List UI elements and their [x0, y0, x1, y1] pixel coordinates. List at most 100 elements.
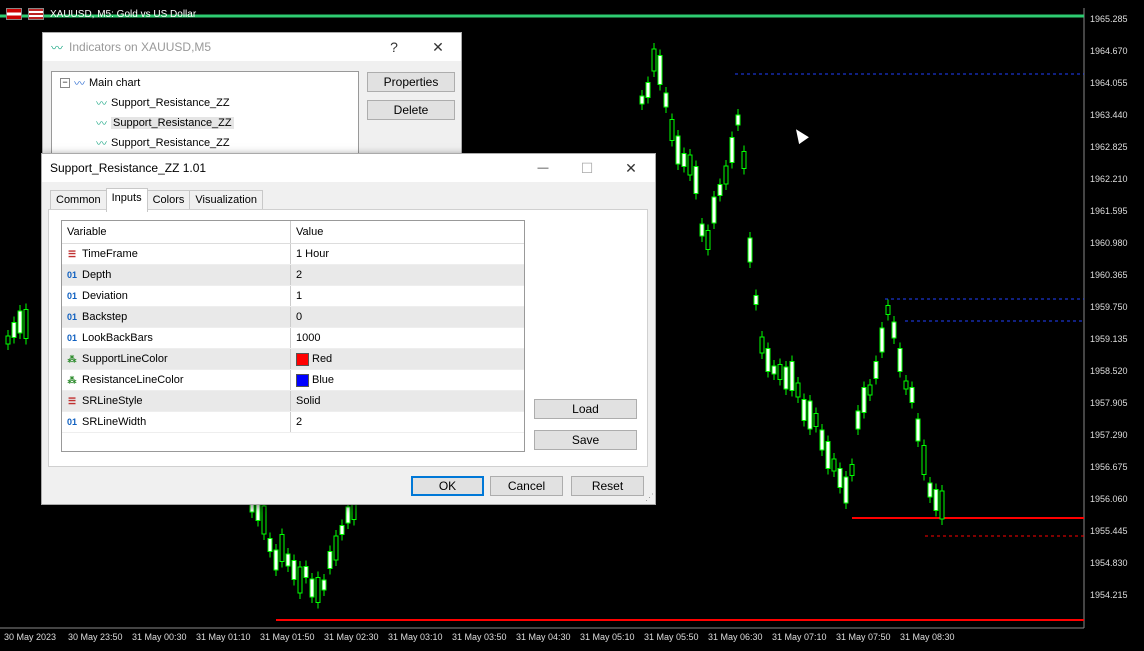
load-button[interactable]: Load — [534, 399, 637, 419]
value-cell[interactable]: Red — [291, 352, 332, 366]
tab-common[interactable]: Common — [50, 190, 107, 210]
candle-body — [825, 441, 831, 469]
candle-body — [699, 223, 705, 237]
candle-body — [789, 361, 795, 391]
color-swatch[interactable] — [296, 352, 309, 366]
table-row[interactable]: ☰ SRLineStyle Solid — [62, 391, 524, 412]
candle-body — [23, 309, 29, 339]
chart-icon: 〰 — [74, 78, 85, 90]
candle-body — [291, 560, 297, 580]
value-cell[interactable]: Blue — [291, 373, 334, 387]
save-button[interactable]: Save — [534, 430, 637, 450]
price-axis-label: 1957.905 — [1090, 398, 1128, 408]
close-button[interactable]: ✕ — [415, 33, 461, 61]
properties-button[interactable]: Properties — [367, 72, 455, 92]
column-header-variable[interactable]: Variable — [62, 221, 291, 243]
table-row[interactable]: 01 Depth 2 — [62, 265, 524, 286]
value-cell[interactable]: 0 — [291, 311, 302, 323]
table-header: Variable Value — [62, 221, 524, 244]
value-cell[interactable]: Solid — [291, 395, 320, 407]
candle-body — [813, 413, 819, 427]
variable-value: 2 — [296, 269, 303, 281]
table-row[interactable]: ⁂ ResistanceLineColor Blue — [62, 370, 524, 391]
value-cell[interactable]: 1000 — [291, 332, 320, 344]
indicator-tree[interactable]: − 〰 Main chart 〰 Support_Resistance_ZZ 〰… — [51, 71, 359, 155]
tree-item-label: Support_Resistance_ZZ — [111, 137, 230, 149]
tab-visualization[interactable]: Visualization — [189, 190, 263, 210]
candle-body — [741, 151, 747, 169]
variable-value: 0 — [296, 311, 303, 323]
candle-body — [5, 335, 11, 345]
candle-body — [11, 322, 17, 338]
value-cell[interactable]: 2 — [291, 416, 302, 428]
time-axis-label: 31 May 01:50 — [260, 632, 315, 642]
table-row[interactable]: 01 SRLineWidth 2 — [62, 412, 524, 433]
maximize-button[interactable]: ☐ — [564, 154, 610, 182]
table-row[interactable]: ⁂ SupportLineColor Red — [62, 349, 524, 370]
candle-body — [639, 95, 645, 105]
help-button[interactable]: ? — [371, 33, 417, 61]
table-row[interactable]: 01 Backstep 0 — [62, 307, 524, 328]
indicators-dialog-titlebar[interactable]: 〰 Indicators on XAUUSD,M5 ? ✕ — [43, 33, 461, 61]
price-axis-label: 1956.060 — [1090, 494, 1128, 504]
time-axis-label: 30 May 23:50 — [68, 632, 123, 642]
variable-cell: 01 Backstep — [62, 307, 291, 327]
candle-body — [711, 196, 717, 224]
column-header-value[interactable]: Value — [291, 221, 328, 243]
candle-body — [693, 166, 699, 194]
tree-item-selected[interactable]: 〰 Support_Resistance_ZZ — [96, 114, 234, 132]
value-cell[interactable]: 1 — [291, 290, 302, 302]
tree-item[interactable]: 〰 Support_Resistance_ZZ — [96, 134, 230, 152]
variable-name: Depth — [82, 269, 112, 281]
collapse-icon[interactable]: − — [60, 78, 70, 88]
minimize-button[interactable]: — — [520, 154, 566, 182]
variable-name: SRLineWidth — [82, 416, 147, 428]
candle-body — [885, 305, 891, 315]
tree-root[interactable]: − 〰 Main chart — [60, 74, 140, 92]
cancel-button[interactable]: Cancel — [490, 476, 563, 496]
candle-body — [801, 399, 807, 421]
indicators-dialog: 〰 Indicators on XAUUSD,M5 ? ✕ − 〰 Main c… — [42, 32, 462, 164]
resize-grip-icon[interactable]: ⋰ — [645, 492, 654, 503]
variable-cell: ☰ SRLineStyle — [62, 391, 291, 411]
variable-cell: ⁂ SupportLineColor — [62, 349, 291, 369]
candle-body — [663, 92, 669, 108]
candle-body — [807, 400, 813, 430]
variable-name: TimeFrame — [82, 248, 138, 260]
candle-body — [675, 135, 681, 165]
value-cell[interactable]: 2 — [291, 269, 302, 281]
color-swatch[interactable] — [296, 373, 309, 387]
int-type-icon: 01 — [66, 270, 77, 280]
indicators-dialog-title: Indicators on XAUUSD,M5 — [69, 40, 212, 54]
value-cell[interactable]: 1 Hour — [291, 248, 329, 260]
variable-value: 1000 — [296, 332, 321, 344]
currency-flag-icon — [28, 8, 44, 20]
tree-item[interactable]: 〰 Support_Resistance_ZZ — [96, 94, 230, 112]
ok-button[interactable]: OK — [411, 476, 484, 496]
candle-body — [309, 578, 315, 598]
delete-button[interactable]: Delete — [367, 100, 455, 120]
candle-body — [279, 534, 285, 562]
tab-colors[interactable]: Colors — [146, 190, 191, 210]
candle-body — [261, 505, 267, 535]
reset-button[interactable]: Reset — [571, 476, 644, 496]
properties-dialog-titlebar[interactable]: Support_Resistance_ZZ 1.01 — ☐ ✕ — [42, 154, 655, 182]
price-axis-label: 1962.210 — [1090, 174, 1128, 184]
variable-value: 1 — [296, 290, 303, 302]
variable-cell: 01 Deviation — [62, 286, 291, 306]
int-type-icon: 01 — [66, 291, 77, 301]
indicator-icon: 〰 — [96, 98, 107, 110]
time-axis-label: 31 May 05:50 — [644, 632, 699, 642]
variable-name: Backstep — [82, 311, 128, 323]
table-row[interactable]: 01 Deviation 1 — [62, 286, 524, 307]
close-button[interactable]: ✕ — [608, 154, 654, 182]
candle-body — [819, 429, 825, 451]
table-row[interactable]: ☰ TimeFrame 1 Hour — [62, 244, 524, 265]
candle-body — [795, 382, 801, 398]
table-row[interactable]: 01 LookBackBars 1000 — [62, 328, 524, 349]
tab-inputs[interactable]: Inputs — [105, 188, 148, 212]
variable-name: SRLineStyle — [82, 395, 143, 407]
candle-body — [303, 566, 309, 578]
candle-body — [723, 165, 729, 185]
variable-cell: 01 LookBackBars — [62, 328, 291, 348]
